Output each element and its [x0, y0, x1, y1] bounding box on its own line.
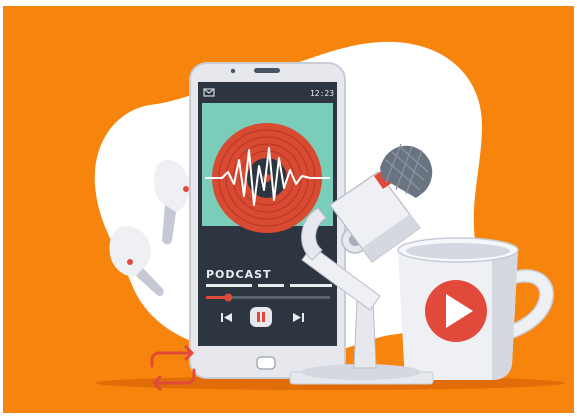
- status-time: 12:23: [310, 89, 334, 98]
- home-button[interactable]: [256, 356, 276, 370]
- track-info-line: [258, 284, 284, 287]
- track-info-line: [290, 284, 332, 287]
- pause-button[interactable]: [250, 307, 272, 327]
- track-info-line: [206, 284, 252, 287]
- vinyl-record: [212, 123, 322, 233]
- progress-knob[interactable]: [224, 293, 233, 302]
- podcast-illustration: 12:23 PODCAST: [0, 0, 577, 417]
- podcast-title: PODCAST: [206, 268, 272, 281]
- play-icon: [425, 280, 487, 342]
